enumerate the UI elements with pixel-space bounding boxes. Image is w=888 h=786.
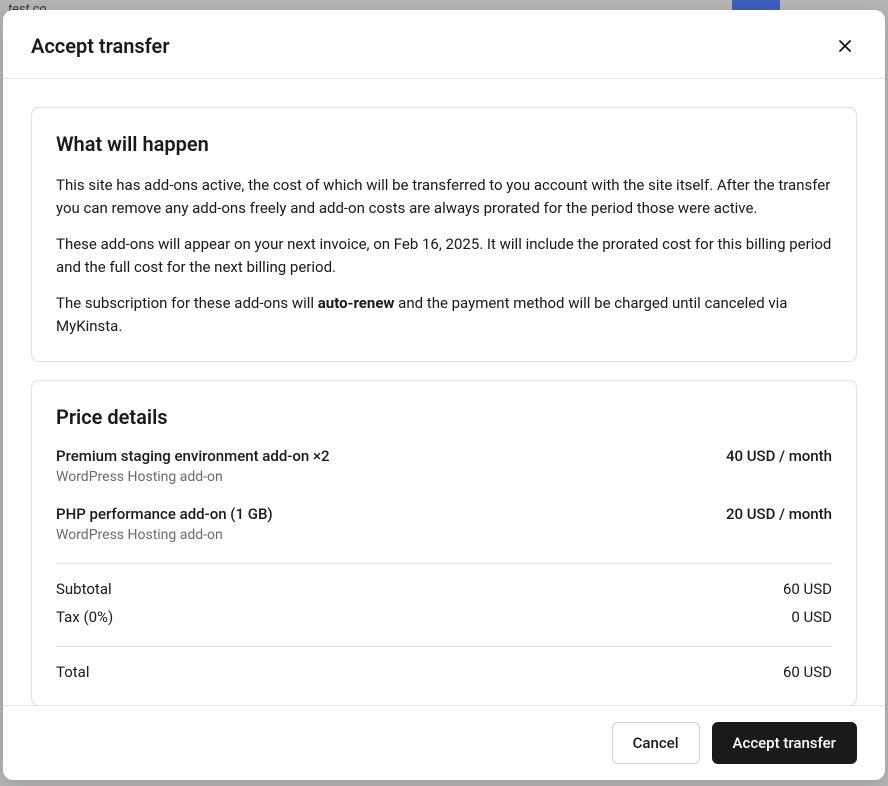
modal-header: Accept transfer: [3, 10, 885, 79]
close-button[interactable]: [833, 34, 857, 58]
price-details-card: Price details Premium staging environmen…: [31, 380, 857, 705]
modal-body: What will happen This site has add-ons a…: [3, 79, 885, 705]
price-item: Premium staging environment add-on ×2 40…: [56, 447, 832, 485]
info-paragraph-3: The subscription for these add-ons will …: [56, 292, 832, 337]
accept-transfer-modal: Accept transfer What will happen This si…: [3, 10, 885, 780]
item-price: 40 USD / month: [726, 447, 832, 465]
total-value: 60 USD: [783, 663, 832, 681]
tax-value: 0 USD: [791, 608, 832, 626]
price-title: Price details: [56, 405, 832, 429]
item-name: Premium staging environment add-on ×2: [56, 447, 330, 465]
subtotal-value: 60 USD: [783, 580, 832, 598]
subtotal-row: Subtotal 60 USD: [56, 580, 832, 598]
tax-label: Tax (0%): [56, 608, 113, 626]
total-row: Total 60 USD: [56, 663, 832, 681]
item-name: PHP performance add-on (1 GB): [56, 505, 273, 523]
info-card: What will happen This site has add-ons a…: [31, 107, 857, 362]
accept-transfer-button[interactable]: Accept transfer: [712, 722, 857, 764]
total-label: Total: [56, 663, 90, 681]
item-price: 20 USD / month: [726, 505, 832, 523]
modal-footer: Cancel Accept transfer: [3, 705, 885, 780]
info-title: What will happen: [56, 132, 832, 156]
item-subtext: WordPress Hosting add-on: [56, 527, 832, 543]
info-paragraph-1: This site has add-ons active, the cost o…: [56, 174, 832, 219]
divider: [56, 563, 832, 564]
background-accent: [732, 0, 780, 10]
subtotal-label: Subtotal: [56, 580, 112, 598]
info-paragraph-2: These add-ons will appear on your next i…: [56, 233, 832, 278]
item-subtext: WordPress Hosting add-on: [56, 469, 832, 485]
tax-row: Tax (0%) 0 USD: [56, 608, 832, 626]
price-item: PHP performance add-on (1 GB) 20 USD / m…: [56, 505, 832, 543]
divider: [56, 646, 832, 647]
close-icon: [837, 38, 853, 54]
cancel-button[interactable]: Cancel: [612, 722, 700, 764]
modal-title: Accept transfer: [31, 34, 170, 58]
